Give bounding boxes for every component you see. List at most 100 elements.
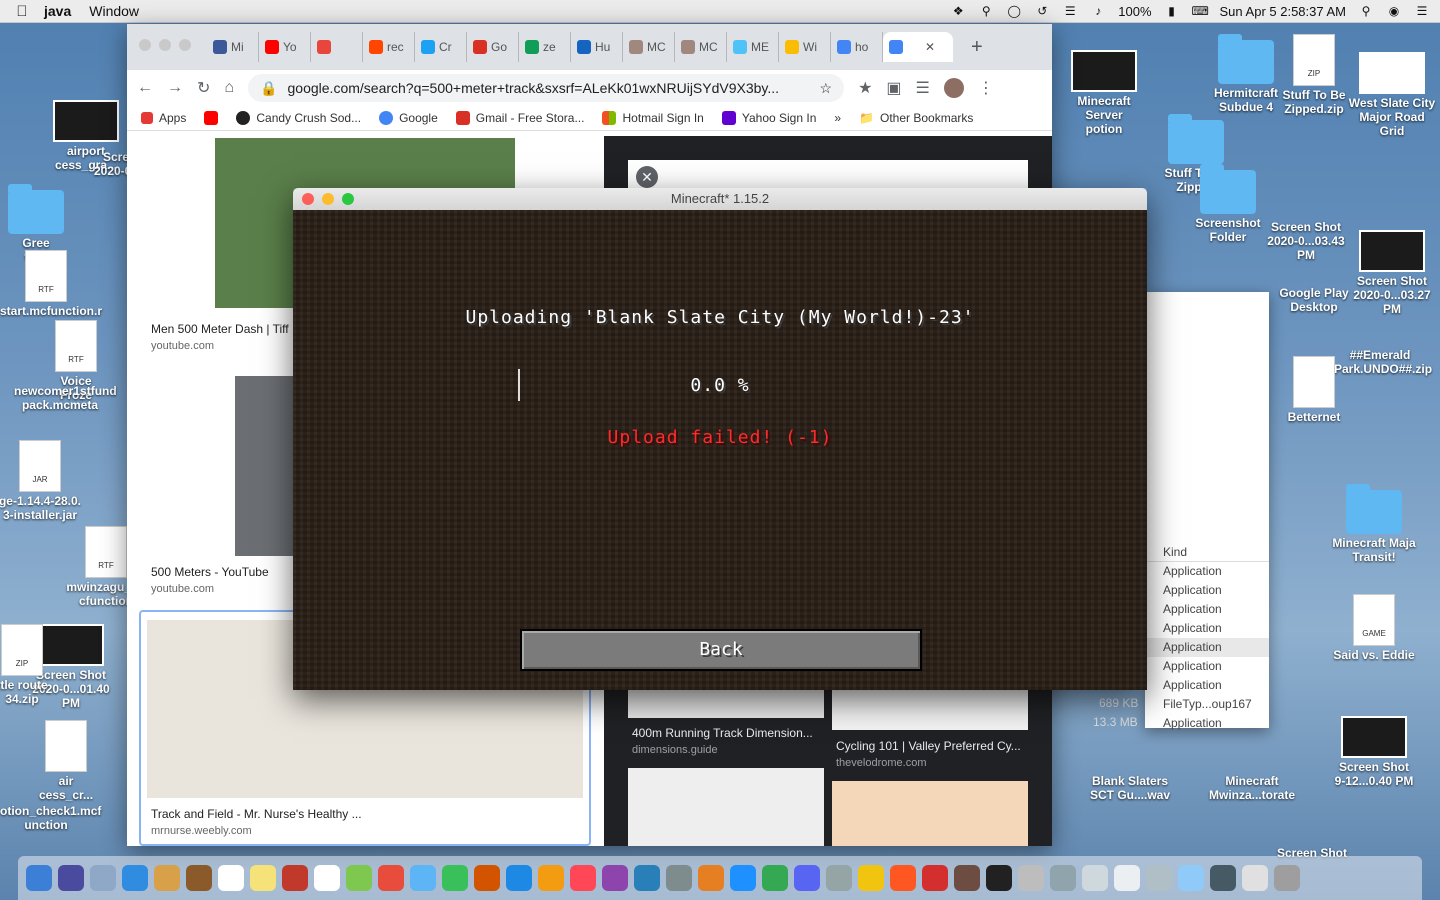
related-source[interactable]: thevelodrome.com	[836, 757, 927, 769]
dock-app-icon[interactable]	[26, 865, 52, 891]
dock-app-icon[interactable]	[1274, 865, 1300, 891]
close-window-button[interactable]	[302, 193, 314, 205]
desktop-item[interactable]: RTF start.mcfunction.r	[0, 250, 102, 318]
new-tab-button[interactable]: +	[971, 32, 983, 62]
dock-app-icon[interactable]	[698, 865, 724, 891]
result-source[interactable]: youtube.com	[151, 583, 214, 595]
dock-app-icon[interactable]	[1210, 865, 1236, 891]
forward-icon[interactable]: →	[167, 79, 183, 97]
kind-column-header[interactable]: Kind	[1145, 542, 1269, 562]
dock-app-icon[interactable]	[186, 865, 212, 891]
browser-tab[interactable]: Mi	[207, 32, 259, 62]
bookmark-star-icon[interactable]: ☆	[820, 80, 833, 97]
desktop-item[interactable]: air cess_cr...	[20, 720, 112, 802]
result-title[interactable]: 500 Meters - YouTube	[151, 565, 269, 579]
other-bookmarks[interactable]: 📁 Other Bookmarks	[859, 111, 973, 125]
list-item[interactable]: Application	[1145, 581, 1269, 600]
search-icon[interactable]: ⚲	[978, 4, 994, 18]
desktop-item[interactable]: otion_check1.mcf unction	[0, 804, 101, 832]
clock[interactable]: Sun Apr 5 2:58:37 AM	[1220, 4, 1346, 19]
dock-app-icon[interactable]	[90, 865, 116, 891]
list-item[interactable]: Application	[1145, 638, 1269, 657]
extension-icon[interactable]: ▣	[886, 78, 901, 98]
bookmark-apps[interactable]: Apps	[141, 111, 186, 125]
minimize-window-button[interactable]	[159, 39, 171, 51]
spotlight-icon[interactable]: ⚲	[1358, 4, 1374, 18]
dock-app-icon[interactable]	[890, 865, 916, 891]
desktop-item[interactable]: Minecraft Mwinza...torate	[1206, 774, 1298, 802]
browser-tab[interactable]: Wi	[779, 32, 831, 62]
reload-icon[interactable]: ↻	[197, 78, 210, 98]
home-icon[interactable]: ⌂	[224, 79, 234, 97]
apple-menu-icon[interactable]: 	[0, 3, 44, 20]
desktop-item[interactable]: Screen Shot 2020-0...03.43 PM	[1260, 220, 1352, 262]
result-image[interactable]	[235, 376, 293, 556]
dock-app-icon[interactable]	[1050, 865, 1076, 891]
dock-app-icon[interactable]	[1082, 865, 1108, 891]
browser-tab[interactable]: ho	[831, 32, 883, 62]
zoom-window-button[interactable]	[179, 39, 191, 51]
dock-app-icon[interactable]	[442, 865, 468, 891]
dock-app-icon[interactable]	[154, 865, 180, 891]
result-title[interactable]: Track and Field - Mr. Nurse's Healthy ..…	[151, 807, 362, 821]
desktop-item[interactable]: Minecraft Server potion	[1058, 50, 1150, 136]
dock-app-icon[interactable]	[826, 865, 852, 891]
desktop-item[interactable]: ZIPttle route 34.zip	[0, 624, 68, 706]
list-item[interactable]: Application	[1145, 657, 1269, 676]
browser-tab[interactable]: rec	[363, 32, 415, 62]
window-menu[interactable]: Window	[89, 3, 139, 19]
youtube-bookmark-icon[interactable]	[204, 111, 219, 125]
more-bookmarks-icon[interactable]: »	[834, 111, 841, 125]
dock-app-icon[interactable]	[1242, 865, 1268, 891]
browser-tab[interactable]: ME	[727, 32, 779, 62]
browser-tab[interactable]: Go	[467, 32, 519, 62]
siri-icon[interactable]: ◉	[1386, 4, 1402, 18]
dock-app-icon[interactable]	[954, 865, 980, 891]
battery-icon[interactable]: ▮	[1164, 4, 1180, 18]
keyboard-icon[interactable]: ⌨	[1192, 4, 1209, 18]
result-title[interactable]: Men 500 Meter Dash | Tiff	[151, 322, 289, 336]
dock-app-icon[interactable]	[282, 865, 308, 891]
dock-app-icon[interactable]	[922, 865, 948, 891]
dock-app-icon[interactable]	[986, 865, 1012, 891]
dock-app-icon[interactable]	[218, 865, 244, 891]
browser-tab[interactable]: MC	[675, 32, 727, 62]
dock-app-icon[interactable]	[474, 865, 500, 891]
close-tab-icon[interactable]: ✕	[925, 40, 935, 54]
dock-app-icon[interactable]	[858, 865, 884, 891]
bookmark-hotmail[interactable]: Hotmail Sign In	[602, 111, 704, 125]
browser-tab[interactable]	[311, 32, 363, 62]
close-window-button[interactable]	[139, 39, 151, 51]
list-item[interactable]: Application	[1145, 619, 1269, 638]
bookmark-google[interactable]: Google	[379, 111, 438, 125]
dock-app-icon[interactable]	[58, 865, 84, 891]
dock-app-icon[interactable]	[122, 865, 148, 891]
bookmark-candy-crush[interactable]: Candy Crush Sod...	[236, 111, 361, 125]
desktop-item[interactable]: Screen Shot 2020-0...03.27 PM	[1346, 230, 1438, 316]
desktop-item[interactable]: West Slate City Major Road Grid	[1346, 52, 1438, 138]
dock-app-icon[interactable]	[666, 865, 692, 891]
related-title[interactable]: 400m Running Track Dimension...	[632, 726, 813, 740]
related-image[interactable]	[832, 781, 1028, 846]
dock-app-icon[interactable]	[378, 865, 404, 891]
browser-tab[interactable]: Yo	[259, 32, 311, 62]
browser-tab[interactable]: MC	[623, 32, 675, 62]
dock-app-icon[interactable]	[346, 865, 372, 891]
desktop-item[interactable]: Blank Slaters SCT Gu....wav	[1084, 774, 1176, 802]
dock-app-icon[interactable]	[602, 865, 628, 891]
list-item[interactable]: FileTyp...oup167	[1145, 695, 1269, 714]
bookmark-yahoo[interactable]: Yahoo Sign In	[721, 111, 816, 125]
desktop-item[interactable]: JAR ge-1.14.4-28.0. 3-installer.jar	[0, 440, 86, 522]
browser-tab[interactable]: Cr	[415, 32, 467, 62]
related-image[interactable]	[628, 768, 824, 846]
volume-icon[interactable]: ♪	[1090, 4, 1106, 18]
dropbox-icon[interactable]: ❖	[950, 4, 966, 18]
app-menu[interactable]: java	[44, 3, 71, 19]
reading-list-icon[interactable]: ☰	[916, 78, 930, 98]
extension-icon[interactable]: ★	[858, 78, 872, 98]
browser-tab[interactable]: Hu	[571, 32, 623, 62]
desktop-item[interactable]: Betternet	[1268, 356, 1360, 424]
result-source[interactable]: youtube.com	[151, 340, 214, 352]
wifi-icon[interactable]: ☰	[1062, 4, 1078, 18]
dock-app-icon[interactable]	[506, 865, 532, 891]
